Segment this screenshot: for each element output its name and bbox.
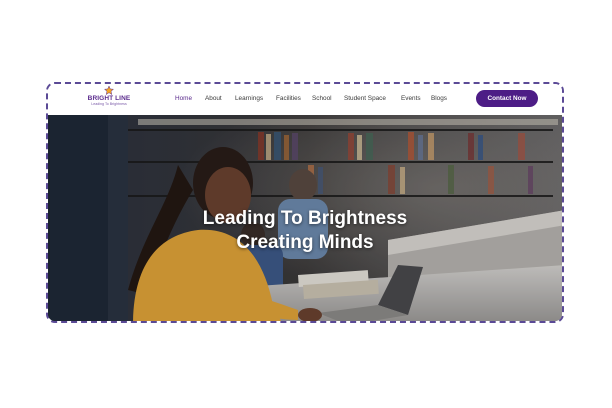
nav-item-about[interactable]: About — [205, 95, 222, 102]
nav-item-facilities[interactable]: Facilities — [276, 95, 301, 102]
brand-name: BRIGHT LINE — [87, 95, 131, 102]
nav-item-student-space[interactable]: Student Space — [344, 95, 386, 102]
website-preview-frame: BRIGHT LINE Leading To Brightness Home A… — [46, 82, 564, 323]
nav-item-home[interactable]: Home — [175, 95, 192, 102]
hero-headline-line2: Creating Minds — [236, 232, 374, 253]
nav-item-blogs[interactable]: Blogs — [431, 95, 447, 102]
top-navigation-bar: BRIGHT LINE Leading To Brightness Home A… — [48, 84, 562, 115]
star-icon — [103, 86, 115, 95]
brand-logo[interactable]: BRIGHT LINE Leading To Brightness — [84, 86, 134, 112]
hero-banner: Leading To Brightness Creating Minds — [48, 115, 562, 321]
nav-item-learnings[interactable]: Learnings — [235, 95, 263, 102]
brand-tagline: Leading To Brightness — [91, 102, 127, 106]
contact-now-button[interactable]: Contact Now — [476, 90, 538, 107]
nav-item-events[interactable]: Events — [401, 95, 421, 102]
hero-headline-line1: Leading To Brightness — [202, 208, 408, 229]
nav-item-school[interactable]: School — [312, 95, 332, 102]
hero-headline: Leading To Brightness Creating Minds — [48, 207, 562, 255]
